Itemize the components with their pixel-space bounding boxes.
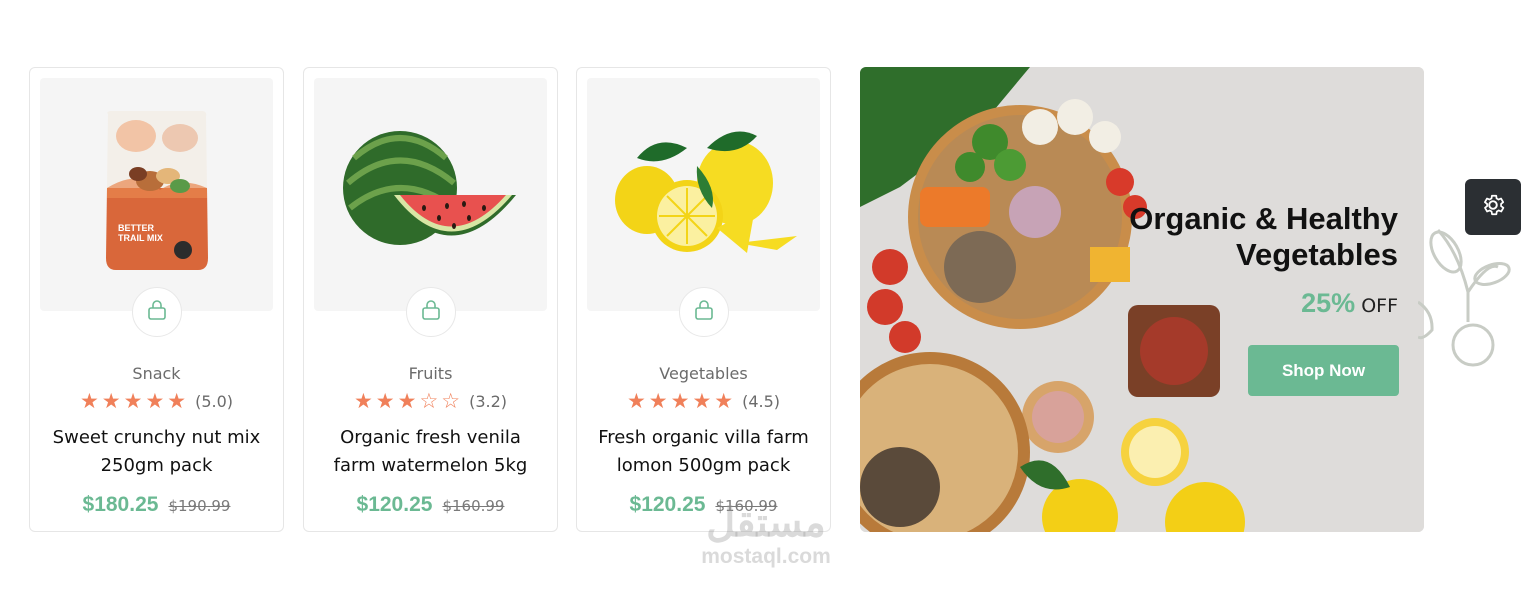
product-title-line: Sweet crunchy nut mix bbox=[52, 427, 261, 448]
star-filled-icon: ★ bbox=[648, 389, 668, 413]
product-card[interactable]: Vegetables ★ ★ ★ ★ ★ (4.5) Fresh organic vill… bbox=[576, 67, 831, 532]
product-title-line: Organic fresh venila bbox=[340, 427, 521, 448]
star-filled-icon: ★ bbox=[101, 389, 121, 413]
product-title[interactable]: Fresh organic villa farm lomon 500gm pac… bbox=[585, 424, 822, 480]
product-card[interactable]: Fruits ★ ★ ★ ☆ ☆ (3.2) Organic fresh venila f… bbox=[303, 67, 558, 532]
add-to-cart-button[interactable] bbox=[679, 287, 729, 337]
banner-title-line: Vegetables bbox=[1236, 237, 1398, 272]
product-image-lemons[interactable] bbox=[587, 78, 820, 311]
banner-offer: 25% OFF bbox=[1301, 288, 1398, 319]
svg-text:BETTER: BETTER bbox=[118, 223, 155, 233]
star-filled-icon: ★ bbox=[123, 389, 143, 413]
product-category: Vegetables bbox=[659, 364, 748, 383]
product-price: $180.25 $190.99 bbox=[30, 493, 283, 517]
product-title-line: lomon 500gm pack bbox=[616, 455, 791, 476]
product-title[interactable]: Sweet crunchy nut mix 250gm pack bbox=[38, 424, 275, 480]
product-title-line: Fresh organic villa farm bbox=[598, 427, 809, 448]
product-rating: ★ ★ ★ ★ ★ (4.5) bbox=[577, 389, 830, 413]
star-filled-icon: ★ bbox=[397, 389, 417, 413]
shop-now-button[interactable]: Shop Now bbox=[1248, 345, 1399, 396]
banner-title: Organic & Healthy Vegetables bbox=[1078, 201, 1398, 273]
cherry-outline-icon bbox=[1418, 228, 1511, 367]
old-price: $160.99 bbox=[442, 497, 505, 515]
product-price: $120.25 $160.99 bbox=[304, 493, 557, 517]
rating-value: (5.0) bbox=[195, 391, 234, 411]
star-filled-icon: ★ bbox=[375, 389, 395, 413]
star-filled-icon: ★ bbox=[670, 389, 690, 413]
gear-icon bbox=[1480, 192, 1506, 222]
rating-value: (4.5) bbox=[742, 391, 781, 411]
star-filled-icon: ★ bbox=[79, 389, 99, 413]
star-empty-icon: ☆ bbox=[441, 389, 461, 413]
current-price: $120.25 bbox=[356, 493, 433, 516]
lock-bag-icon bbox=[146, 299, 168, 325]
add-to-cart-button[interactable] bbox=[132, 287, 182, 337]
product-category: Fruits bbox=[408, 364, 453, 383]
watermark: مستقل mostaql.com bbox=[686, 500, 846, 568]
star-empty-icon: ☆ bbox=[419, 389, 439, 413]
star-filled-icon: ★ bbox=[353, 389, 373, 413]
product-image-watermelon[interactable] bbox=[314, 78, 547, 311]
star-filled-icon: ★ bbox=[145, 389, 165, 413]
product-image-trail-mix[interactable]: BETTER TRAIL MIX bbox=[40, 78, 273, 311]
settings-button[interactable] bbox=[1465, 179, 1521, 235]
add-to-cart-button[interactable] bbox=[406, 287, 456, 337]
lock-bag-icon bbox=[693, 299, 715, 325]
product-title-line: 250gm pack bbox=[100, 455, 213, 476]
watermark-latin: mostaql.com bbox=[701, 545, 831, 568]
product-rating: ★ ★ ★ ★ ★ (5.0) bbox=[30, 389, 283, 413]
discount-suffix: OFF bbox=[1361, 295, 1398, 317]
star-filled-icon: ★ bbox=[626, 389, 646, 413]
banner-title-line: Organic & Healthy bbox=[1129, 201, 1398, 236]
product-title[interactable]: Organic fresh venila farm watermelon 5kg bbox=[312, 424, 549, 480]
product-card[interactable]: BETTER TRAIL MIX Snack ★ ★ ★ ★ ★ (5.0) Sweet … bbox=[29, 67, 284, 532]
product-category: Snack bbox=[132, 364, 181, 383]
current-price: $180.25 bbox=[82, 493, 159, 516]
star-filled-icon: ★ bbox=[167, 389, 187, 413]
old-price: $190.99 bbox=[168, 497, 231, 515]
rating-value: (3.2) bbox=[469, 391, 508, 411]
product-title-line: farm watermelon 5kg bbox=[333, 455, 528, 476]
svg-text:TRAIL MIX: TRAIL MIX bbox=[118, 233, 163, 243]
promo-banner[interactable]: Organic & Healthy Vegetables 25% OFF Sho… bbox=[860, 67, 1424, 532]
star-filled-icon: ★ bbox=[692, 389, 712, 413]
product-rating: ★ ★ ★ ☆ ☆ (3.2) bbox=[304, 389, 557, 413]
discount-percent: 25% bbox=[1301, 288, 1356, 318]
lock-bag-icon bbox=[420, 299, 442, 325]
watermark-arabic: مستقل bbox=[706, 501, 826, 545]
star-filled-icon: ★ bbox=[714, 389, 734, 413]
